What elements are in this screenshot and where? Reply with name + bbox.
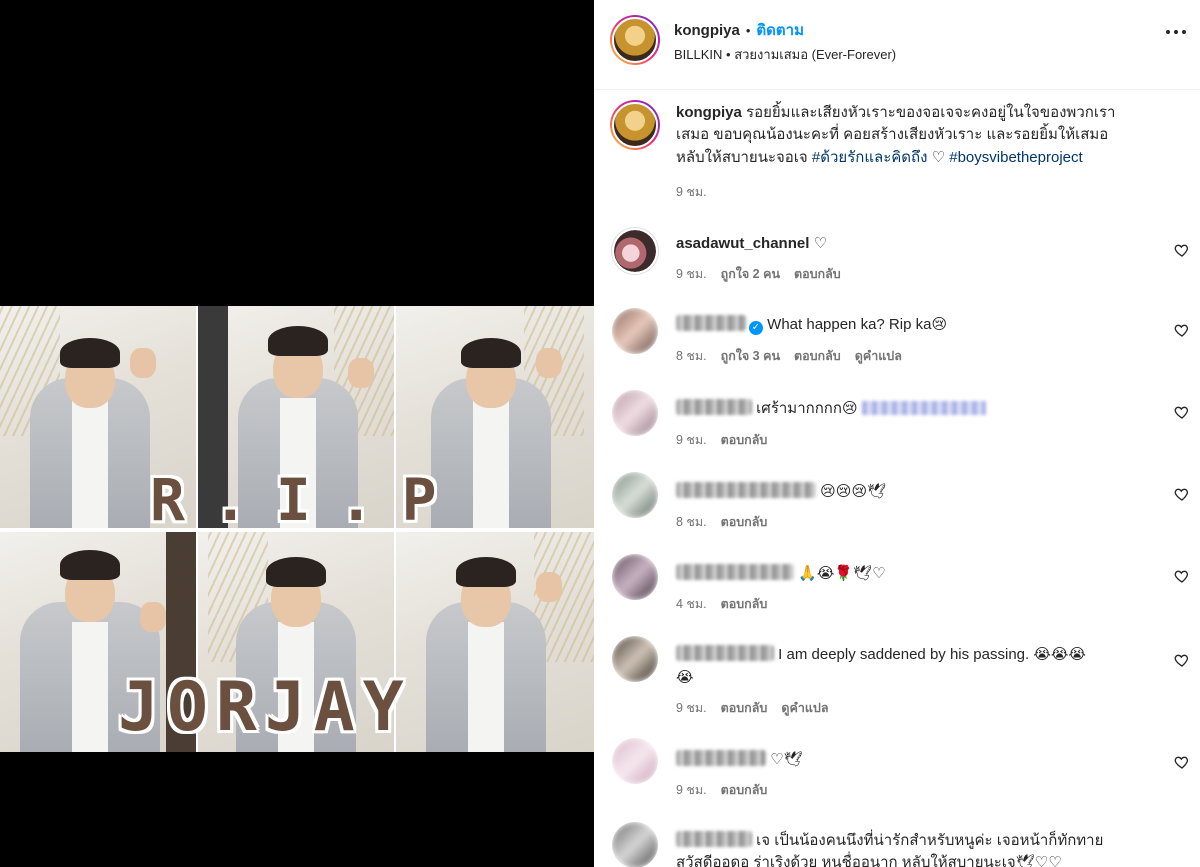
comment-item: ✓ What happen ka? Rip ka😢 8 ชม. ถูกใจ 3 … bbox=[594, 306, 1200, 380]
caption-line-2: เสมอ ขอบคุณน้องนะคะที่ คอยสร้างเสียงหัวเ… bbox=[676, 126, 1109, 143]
caption-username[interactable]: kongpiya bbox=[676, 104, 742, 121]
blurred-username[interactable] bbox=[676, 564, 794, 580]
collage-photo-6 bbox=[396, 532, 594, 752]
reply-button[interactable]: ตอบกลับ bbox=[794, 264, 841, 284]
commenter-avatar[interactable] bbox=[612, 738, 658, 784]
like-comment-icon[interactable] bbox=[1174, 404, 1190, 420]
comment-text: ♡ bbox=[813, 234, 828, 252]
commenter-avatar[interactable] bbox=[612, 472, 658, 518]
like-comment-icon[interactable] bbox=[1174, 242, 1190, 258]
comment-text-continued: 😭 bbox=[676, 668, 694, 686]
reply-button[interactable]: ตอบกลับ bbox=[721, 512, 768, 532]
separator-dot: • bbox=[745, 23, 751, 38]
comment-item: asadawut_channel ♡ 9 ชม. ถูกใจ 2 คน ตอบก… bbox=[594, 226, 1200, 296]
see-translation-button[interactable]: ดูคำแปล bbox=[781, 698, 828, 718]
jorjay-text: JORJAY bbox=[118, 668, 412, 747]
comment-time: 9 ชม. bbox=[676, 267, 707, 281]
comment-time: 9 ชม. bbox=[676, 433, 707, 447]
caption-line-3: หลับให้สบายนะจอเจ bbox=[676, 149, 808, 166]
author-username[interactable]: kongpiya bbox=[674, 22, 740, 39]
blurred-username[interactable] bbox=[676, 315, 746, 331]
comment-item: เศร้ามากกกก😢 9 ชม. ตอบกลับ bbox=[594, 388, 1200, 462]
commenter-avatar[interactable] bbox=[612, 308, 658, 354]
comment-likes[interactable]: ถูกใจ 3 คน bbox=[721, 346, 780, 366]
follow-button[interactable]: ติดตาม bbox=[756, 18, 804, 42]
post-header: kongpiya • ติดตาม BILLKIN • สวยงามเสมอ (… bbox=[594, 0, 1200, 90]
blurred-username[interactable] bbox=[676, 831, 752, 847]
verified-badge-icon: ✓ bbox=[749, 321, 763, 335]
like-comment-icon[interactable] bbox=[1174, 568, 1190, 584]
commenter-avatar[interactable] bbox=[612, 554, 658, 600]
see-translation-button[interactable]: ดูคำแปล bbox=[855, 346, 902, 366]
comment-time: 8 ชม. bbox=[676, 515, 707, 529]
caption: kongpiya รอยยิ้มและเสียงหัวเราะของจอเจจะ… bbox=[594, 100, 1200, 210]
reply-button[interactable]: ตอบกลับ bbox=[721, 594, 768, 614]
blurred-mention[interactable] bbox=[861, 401, 986, 415]
blurred-username[interactable] bbox=[676, 750, 766, 766]
like-comment-icon[interactable] bbox=[1174, 322, 1190, 338]
blurred-username[interactable] bbox=[676, 399, 752, 415]
reply-button[interactable]: ตอบกลับ bbox=[721, 430, 768, 450]
more-options-icon[interactable] bbox=[1166, 30, 1186, 36]
comment-time: 9 ชม. bbox=[676, 701, 707, 715]
comment-text: เจ เป็นน้องคนนึงที่น่ารักสำหรับหนูค่ะ เจ… bbox=[756, 832, 1104, 849]
commenter-avatar[interactable] bbox=[612, 822, 658, 867]
like-comment-icon[interactable] bbox=[1174, 754, 1190, 770]
caption-avatar[interactable] bbox=[610, 100, 660, 150]
reply-button[interactable]: ตอบกลับ bbox=[721, 780, 768, 800]
photo-collage: R.I.P JORJAY bbox=[0, 306, 594, 752]
rip-text: R.I.P bbox=[150, 466, 465, 534]
comment-time: 4 ชม. bbox=[676, 597, 707, 611]
like-comment-icon[interactable] bbox=[1174, 486, 1190, 502]
comment-item: 🙏😭🌹🕊♡ 4 ชม. ตอบกลับ bbox=[594, 552, 1200, 626]
reply-button[interactable]: ตอบกลับ bbox=[794, 346, 841, 366]
post-media[interactable]: R.I.P JORJAY bbox=[0, 0, 594, 867]
comment-text-continued: สวัสดีออดอ ร่าเริงด้วย หนูชื่ออนาก หลับใ… bbox=[676, 854, 1062, 867]
comment-time: 9 ชม. bbox=[676, 783, 707, 797]
post-side-panel: kongpiya • ติดตาม BILLKIN • สวยงามเสมอ (… bbox=[594, 0, 1200, 867]
comment-item: 😢😢😢🕊 8 ชม. ตอบกลับ bbox=[594, 470, 1200, 544]
caption-line-1: รอยยิ้มและเสียงหัวเราะของจอเจจะคงอยู่ในใ… bbox=[746, 104, 1116, 121]
author-avatar[interactable] bbox=[610, 15, 660, 65]
audio-track[interactable]: BILLKIN • สวยงามเสมอ (Ever-Forever) bbox=[674, 44, 896, 65]
commenter-avatar[interactable] bbox=[612, 636, 658, 682]
caption-time: 9 ชม. bbox=[676, 185, 707, 199]
comment-time: 8 ชม. bbox=[676, 349, 707, 363]
comment-item: เจ เป็นน้องคนนึงที่น่ารักสำหรับหนูค่ะ เจ… bbox=[594, 820, 1200, 867]
like-comment-icon[interactable] bbox=[1174, 652, 1190, 668]
hashtag-link-1[interactable]: #ด้วยรักและคิดถึง bbox=[812, 149, 928, 166]
commenter-username[interactable]: asadawut_channel bbox=[676, 235, 809, 252]
comment-text: What happen ka? Rip ka😢 bbox=[767, 316, 948, 333]
comment-text: 😢😢😢🕊 bbox=[820, 482, 887, 500]
comment-text: เศร้ามากกกก😢 bbox=[756, 400, 858, 417]
comment-text: 🙏😭🌹🕊♡ bbox=[798, 564, 886, 582]
comment-item: ♡🕊 9 ชม. ตอบกลับ bbox=[594, 736, 1200, 810]
comment-text: ♡🕊 bbox=[770, 750, 803, 768]
reply-button[interactable]: ตอบกลับ bbox=[721, 698, 768, 718]
white-heart-emoji: ♡ bbox=[931, 148, 946, 166]
comment-likes[interactable]: ถูกใจ 2 คน bbox=[721, 264, 780, 284]
commenter-avatar[interactable] bbox=[612, 228, 658, 274]
comment-item: I am deeply saddened by his passing. 😭😭😭… bbox=[594, 634, 1200, 726]
comment-text: I am deeply saddened by his passing. 😭😭😭 bbox=[778, 646, 1086, 663]
blurred-username[interactable] bbox=[676, 645, 774, 661]
hashtag-link-2[interactable]: #boysvibetheproject bbox=[949, 149, 1082, 166]
blurred-username[interactable] bbox=[676, 482, 816, 498]
commenter-avatar[interactable] bbox=[612, 390, 658, 436]
